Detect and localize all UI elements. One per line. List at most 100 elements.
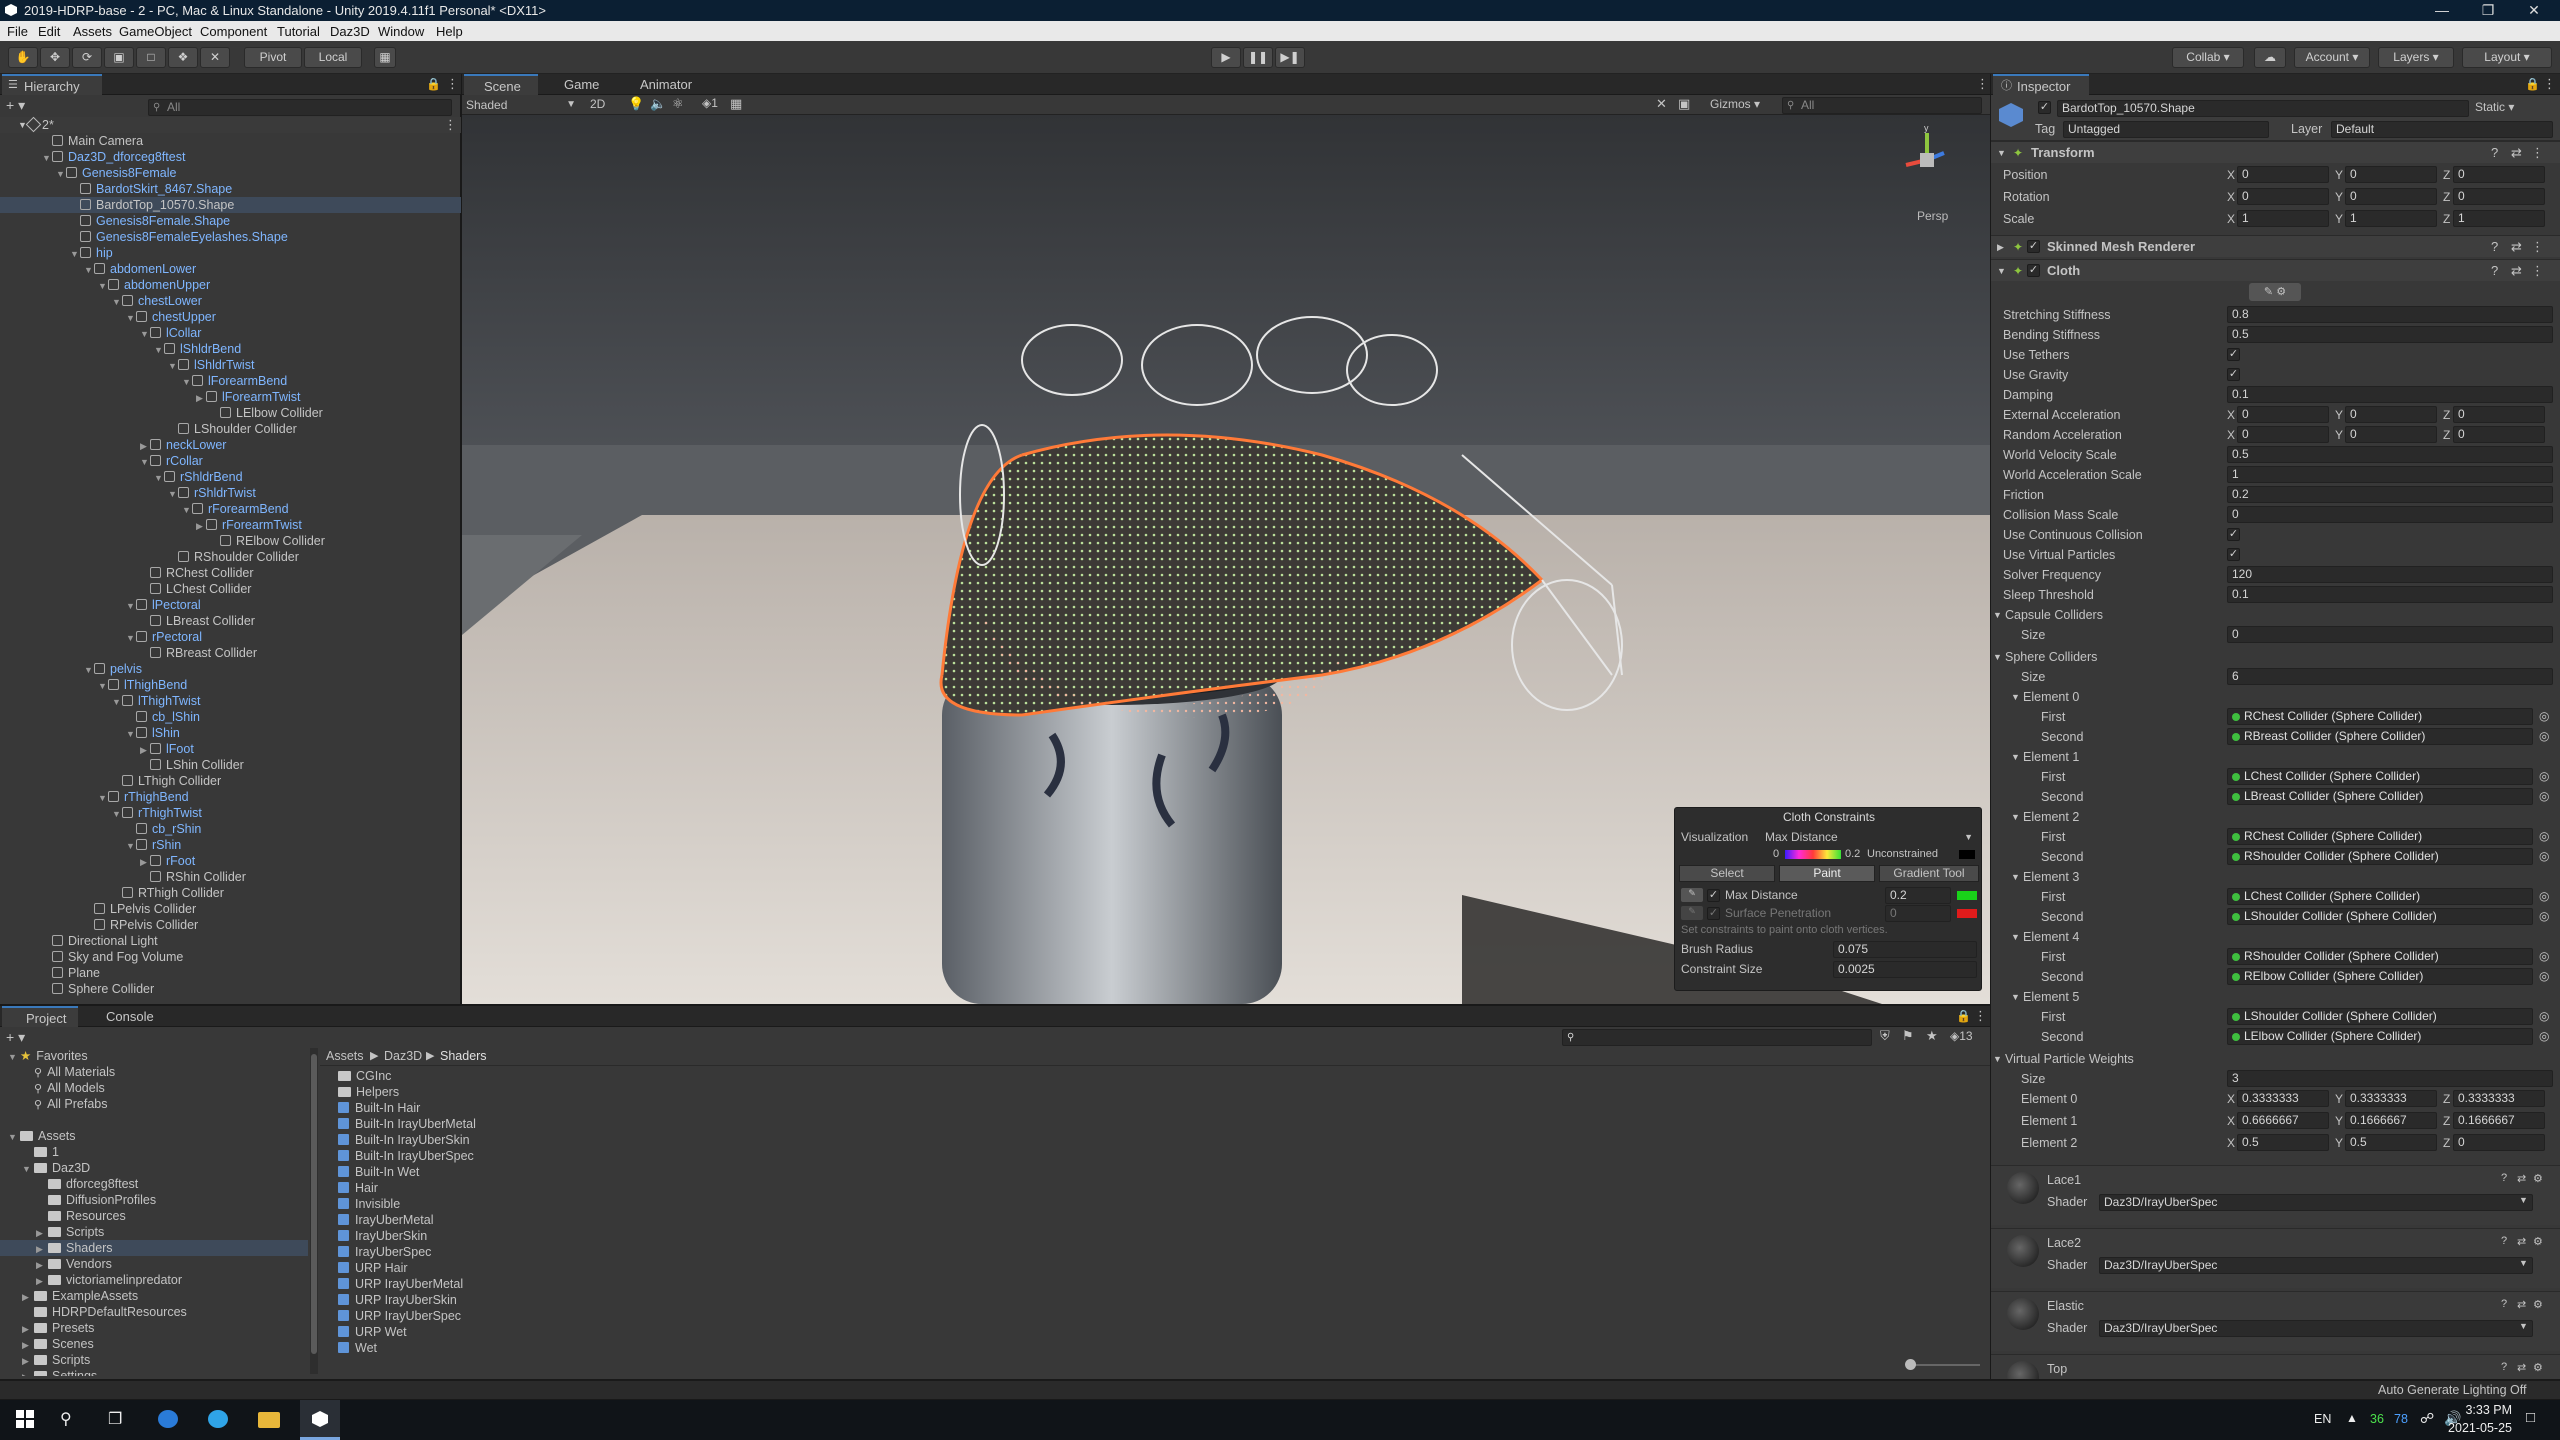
sphere-element-foldout-icon[interactable]: ▼	[2011, 687, 2020, 707]
object-picker-icon[interactable]: ◎	[2539, 909, 2549, 923]
capsule-colliders-foldout-icon[interactable]: ▼	[1993, 605, 2002, 625]
component-menu-icon[interactable]: ⋮	[2531, 260, 2544, 282]
hierarchy-item[interactable]: ▼ rForearmBend	[0, 501, 461, 517]
unity-taskbar-button[interactable]	[300, 1400, 340, 1440]
scrollbar-thumb[interactable]	[311, 1054, 317, 1354]
component-header-transform[interactable]: ▼ ✦ Transform? ⇄ ⋮	[1991, 141, 2560, 163]
help-icon[interactable]: ?	[2501, 1361, 2507, 1373]
rotate-tool-button[interactable]: ⟳	[72, 47, 102, 68]
language-indicator[interactable]: EN	[2314, 1412, 2331, 1426]
layout-dropdown[interactable]: Layout ▾	[2462, 47, 2552, 68]
hierarchy-item[interactable]: ▼ chestLower	[0, 293, 461, 309]
scene-viewport[interactable]: y Persp Cloth Constraints Visualization …	[462, 115, 1990, 1004]
panel-menu-icon[interactable]: ⋮	[2543, 76, 2556, 92]
clock-time[interactable]: 3:33 PM	[2452, 1403, 2512, 1417]
hierarchy-item[interactable]: ▶ neckLower	[0, 437, 461, 453]
gear-icon[interactable]: ⚙	[2533, 1298, 2543, 1311]
foldout-arrow-icon[interactable]: ▶	[1997, 236, 2004, 258]
paint-button[interactable]: Paint	[1779, 865, 1875, 882]
expand-arrow-icon[interactable]: ▶	[22, 1353, 34, 1369]
expand-arrow-icon[interactable]: ▶	[36, 1273, 48, 1289]
cloth-damping-input[interactable]: 0.1	[2227, 386, 2553, 403]
expand-arrow-icon[interactable]: ▶	[22, 1337, 34, 1353]
tab-animator[interactable]: Animator	[620, 74, 710, 95]
surface-penetration-checkbox[interactable]: ✓	[1707, 907, 1720, 920]
hidden-count[interactable]: ◈13	[1950, 1029, 1973, 1043]
collider-first-field[interactable]: LShoulder Collider (Sphere Collider)	[2227, 1008, 2533, 1025]
menu-gameobject[interactable]: GameObject	[119, 24, 192, 39]
asset-item[interactable]: URP Hair	[338, 1260, 938, 1276]
hierarchy-item[interactable]: ▼ lShin	[0, 725, 461, 741]
hierarchy-item[interactable]: ▼ pelvis	[0, 661, 461, 677]
cloth-world-acceleration-scale-input[interactable]: 1	[2227, 466, 2553, 483]
hierarchy-item[interactable]: Main Camera	[0, 133, 461, 149]
expand-arrow-icon[interactable]: ▼	[84, 262, 94, 278]
cloth-solver-frequency-input[interactable]: 120	[2227, 566, 2553, 583]
asset-item[interactable]: Built-In Wet	[338, 1164, 938, 1180]
vpw-element-x-input[interactable]: 0.6666667	[2237, 1112, 2329, 1129]
collider-first-field[interactable]: RChest Collider (Sphere Collider)	[2227, 828, 2533, 845]
hierarchy-item[interactable]: ▼ Genesis8Female	[0, 165, 461, 181]
hierarchy-search-input[interactable]: ⚲ All	[148, 99, 452, 116]
asset-item[interactable]: Built-In IrayUberSpec	[338, 1148, 938, 1164]
hierarchy-item[interactable]: ▼ Daz3D_dforceg8ftest	[0, 149, 461, 165]
create-button[interactable]: + ▾	[6, 97, 25, 114]
cloud-button[interactable]: ☁	[2254, 47, 2286, 68]
virtual-particle-weights-foldout-icon[interactable]: ▼	[1993, 1049, 2002, 1069]
expand-arrow-icon[interactable]: ▶	[36, 1225, 48, 1241]
hierarchy-item[interactable]: RShin Collider	[0, 869, 461, 885]
preset-icon[interactable]: ⇄	[2517, 1172, 2526, 1185]
hierarchy-item[interactable]: ▶ rFoot	[0, 853, 461, 869]
filter-label-icon[interactable]: ⚑	[1902, 1028, 1914, 1044]
cloth-random-acceleration-x-input[interactable]: 0	[2237, 426, 2329, 443]
preset-icon[interactable]: ⇄	[2511, 236, 2522, 258]
help-icon[interactable]: ?	[2491, 260, 2498, 282]
asset-item[interactable]: IrayUberMetal	[338, 1212, 938, 1228]
preset-icon[interactable]: ⇄	[2517, 1235, 2526, 1248]
expand-arrow-icon[interactable]: ▼	[98, 790, 108, 806]
project-tree-item[interactable]: ▶ Scenes	[0, 1336, 308, 1352]
expand-arrow-icon[interactable]: ▼	[42, 150, 52, 166]
scene-grid-icon[interactable]: ▦	[730, 96, 742, 112]
hierarchy-item[interactable]: Genesis8Female.Shape	[0, 213, 461, 229]
hierarchy-item[interactable]: Directional Light	[0, 933, 461, 949]
expand-arrow-icon[interactable]: ▼	[126, 838, 136, 854]
asset-item[interactable]: IrayUberSpec	[338, 1244, 938, 1260]
hidden-objects-icon[interactable]: ◈1	[702, 96, 718, 110]
lock-icon[interactable]: 🔒	[2525, 77, 2540, 91]
expand-arrow-icon[interactable]: ▼	[56, 166, 66, 182]
panel-menu-icon[interactable]: ⋮	[1974, 1008, 1987, 1024]
surface-penetration-input[interactable]: 0	[1885, 905, 1951, 922]
persp-label[interactable]: Persp	[1917, 209, 1948, 223]
expand-arrow-icon[interactable]: ▼	[140, 326, 150, 342]
hierarchy-item[interactable]: cb_rShin	[0, 821, 461, 837]
hierarchy-item[interactable]: RShoulder Collider	[0, 549, 461, 565]
hand-tool-button[interactable]: ✋	[8, 47, 38, 68]
project-tree-item[interactable]: ▼ Daz3D	[0, 1160, 308, 1176]
cloth-random-acceleration-y-input[interactable]: 0	[2345, 426, 2437, 443]
sphere-element-foldout-icon[interactable]: ▼	[2011, 867, 2020, 887]
cloth-use-gravity-checkbox[interactable]: ✓	[2227, 368, 2240, 381]
hierarchy-item[interactable]: ▼ rShin	[0, 837, 461, 853]
vpw-element-x-input[interactable]: 0.5	[2237, 1134, 2329, 1151]
vpw-element-z-input[interactable]: 0	[2453, 1134, 2545, 1151]
expand-arrow-icon[interactable]: ▼	[112, 694, 122, 710]
browser-icon[interactable]	[158, 1410, 178, 1428]
project-create-button[interactable]: + ▾	[6, 1029, 25, 1046]
object-picker-icon[interactable]: ◎	[2539, 1009, 2549, 1023]
hierarchy-item[interactable]: BardotSkirt_8467.Shape	[0, 181, 461, 197]
local-toggle[interactable]: Local	[304, 47, 362, 68]
preset-icon[interactable]: ⇄	[2517, 1361, 2526, 1374]
windows-start-icon[interactable]	[16, 1410, 34, 1428]
edge-icon[interactable]	[208, 1410, 228, 1428]
project-tree-item[interactable]: Resources	[0, 1208, 308, 1224]
project-tree-item[interactable]: ▶ Scripts	[0, 1352, 308, 1368]
expand-arrow-icon[interactable]: ▶	[196, 390, 206, 406]
menu-component[interactable]: Component	[200, 24, 267, 39]
layers-dropdown[interactable]: Layers ▾	[2378, 47, 2454, 68]
transform-tool-button[interactable]: ❖	[168, 47, 198, 68]
expand-arrow-icon[interactable]: ▼	[112, 294, 122, 310]
asset-item[interactable]: Built-In IrayUberMetal	[338, 1116, 938, 1132]
transform-position-x-input[interactable]: 0	[2237, 166, 2329, 183]
asset-item[interactable]: URP IrayUberMetal	[338, 1276, 938, 1292]
